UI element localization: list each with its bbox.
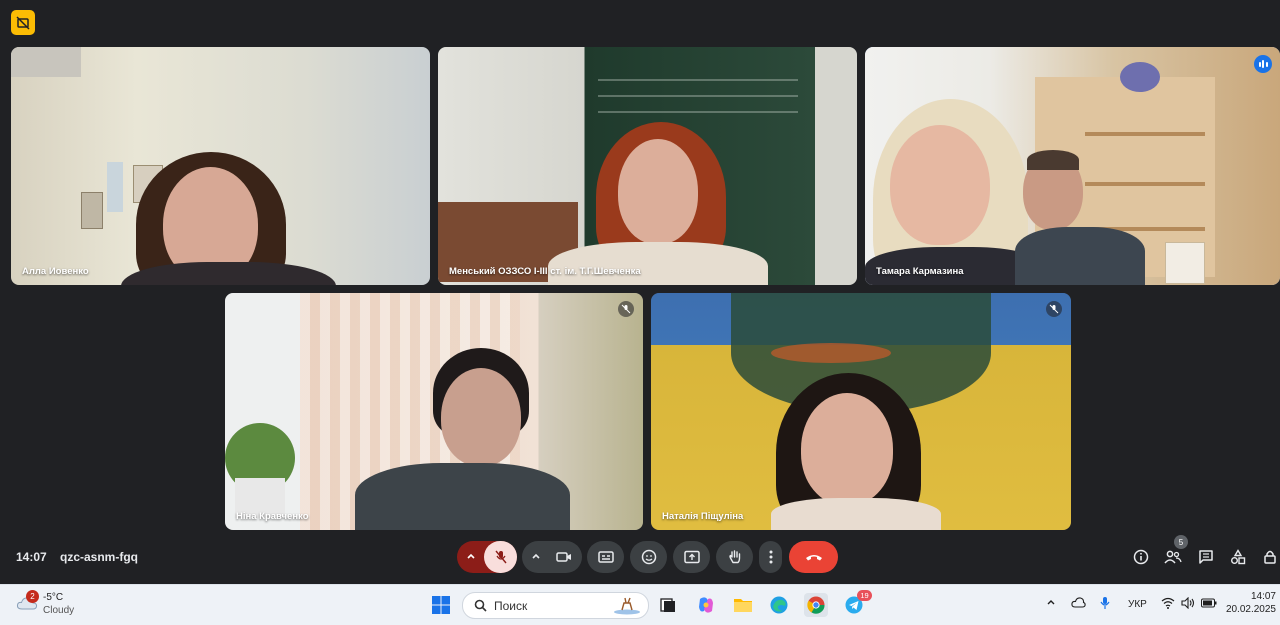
video-feed xyxy=(865,47,1280,285)
captions-icon xyxy=(597,551,614,563)
volume-tray[interactable] xyxy=(1181,596,1195,612)
microphone-tray[interactable] xyxy=(1099,596,1111,613)
show-hidden-icons[interactable] xyxy=(1045,596,1057,611)
meeting-code[interactable]: qzc-asnm-fgq xyxy=(60,550,138,564)
edge-button[interactable] xyxy=(767,593,791,617)
clock-date: 20.02.2025 xyxy=(1225,604,1276,615)
people-button[interactable] xyxy=(1163,547,1183,567)
task-view-icon xyxy=(660,598,675,612)
onedrive-tray[interactable] xyxy=(1071,596,1086,611)
speaker-icon xyxy=(1181,596,1195,610)
clock-time: 14:07 xyxy=(1250,591,1276,602)
lock-person-icon xyxy=(1264,550,1276,564)
speaking-indicator xyxy=(1254,55,1272,73)
chat-icon xyxy=(1199,550,1213,564)
participant-tile-active[interactable]: Тамара Кармазина xyxy=(865,47,1280,285)
wifi-tray[interactable] xyxy=(1161,597,1175,612)
meeting-time: 14:07 xyxy=(16,550,47,564)
participant-tile[interactable]: Ніна Кравченко xyxy=(225,293,643,530)
mic-off-icon xyxy=(1046,301,1062,317)
participant-name: Наталія Піщуліна xyxy=(662,511,744,522)
task-view-button[interactable] xyxy=(656,593,680,617)
chat-button[interactable] xyxy=(1196,547,1216,567)
participant-tile[interactable]: Алла Иовенко xyxy=(11,47,430,285)
video-feed xyxy=(438,47,857,285)
search-icon xyxy=(474,599,487,612)
telegram-button[interactable]: 19 xyxy=(842,590,872,617)
battery-icon xyxy=(1201,598,1217,608)
people-icon xyxy=(1164,550,1182,564)
weather-notification-badge: 2 xyxy=(26,590,39,603)
weather-temp: -5°C xyxy=(43,592,64,603)
battery-tray[interactable] xyxy=(1201,598,1217,611)
folder-icon xyxy=(734,599,752,612)
participant-tile[interactable]: Менський ОЗЗСО І-ІІІ ст. ім. Т.Г.Шевченк… xyxy=(438,47,857,285)
participant-name: Менський ОЗЗСО І-ІІІ ст. ім. Т.Г.Шевченк… xyxy=(449,266,641,277)
system-clock[interactable]: 14:07 20.02.2025 xyxy=(1226,590,1276,616)
windows-icon xyxy=(432,596,450,614)
chevron-up-icon xyxy=(530,550,542,562)
meet-window: Алла Иовенко Менський ОЗЗСО І-ІІІ ст. ім… xyxy=(0,0,1280,584)
hang-up-icon xyxy=(805,555,822,561)
video-feed xyxy=(11,47,430,285)
activities-button[interactable] xyxy=(1228,547,1248,567)
camera-options-button[interactable] xyxy=(522,541,582,573)
present-button[interactable] xyxy=(673,541,710,573)
reactions-button[interactable] xyxy=(630,541,667,573)
video-feed xyxy=(651,293,1071,530)
mic-off-icon xyxy=(494,550,507,564)
copilot-icon xyxy=(699,597,713,613)
camera-icon[interactable] xyxy=(556,550,572,564)
chevron-up-icon xyxy=(465,550,477,562)
captions-button[interactable] xyxy=(587,541,624,573)
telegram-badge: 19 xyxy=(857,590,872,601)
mic-off-icon xyxy=(618,301,634,317)
participant-name: Тамара Кармазина xyxy=(876,266,964,277)
video-feed xyxy=(225,293,643,530)
weather-widget[interactable]: 2 -5°C Cloudy xyxy=(14,590,84,620)
weather-condition: Cloudy xyxy=(43,605,75,616)
copilot-button[interactable] xyxy=(694,593,718,617)
info-icon xyxy=(1133,549,1149,565)
emoji-icon xyxy=(641,549,656,565)
mic-icon xyxy=(1100,597,1110,609)
shapes-icon xyxy=(1231,549,1246,565)
more-options-button[interactable] xyxy=(759,541,782,573)
taskbar-search[interactable]: Поиск xyxy=(462,592,649,619)
search-highlight-icon xyxy=(614,597,640,615)
start-button[interactable] xyxy=(429,593,453,617)
chrome-button[interactable] xyxy=(804,593,828,617)
leave-call-button[interactable] xyxy=(789,541,838,573)
recording-icon xyxy=(16,15,30,30)
search-placeholder: Поиск xyxy=(494,599,528,613)
raise-hand-button[interactable] xyxy=(716,541,753,573)
input-language[interactable]: УКР xyxy=(1128,599,1147,610)
meeting-details-button[interactable] xyxy=(1131,547,1151,567)
host-controls-button[interactable] xyxy=(1260,547,1280,567)
hand-icon xyxy=(728,550,740,564)
cloud-icon xyxy=(1071,597,1086,608)
more-vert-icon xyxy=(769,550,772,564)
wifi-icon xyxy=(1161,597,1175,609)
file-explorer-button[interactable] xyxy=(731,593,755,617)
participant-tile[interactable]: Наталія Піщуліна xyxy=(651,293,1071,530)
edge-icon xyxy=(770,596,788,614)
participant-name: Алла Иовенко xyxy=(22,266,89,277)
mic-toggle-button[interactable] xyxy=(484,541,517,573)
chevron-up-icon xyxy=(1047,600,1055,605)
recording-indicator[interactable] xyxy=(11,10,35,35)
chrome-icon xyxy=(807,596,825,614)
participant-name: Ніна Кравченко xyxy=(236,511,309,522)
present-icon xyxy=(683,550,700,564)
